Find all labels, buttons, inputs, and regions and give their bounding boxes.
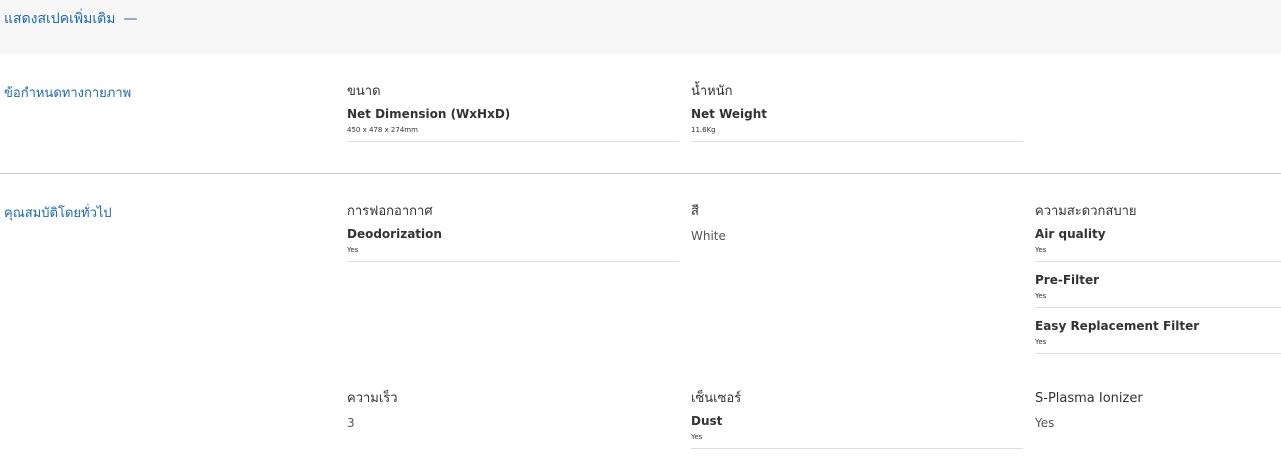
spec-item-value: 11.6Kg (691, 126, 716, 134)
spec-value: 3 (347, 416, 355, 430)
collapse-icon: — (123, 11, 138, 27)
spec-item-value: Yes (1035, 338, 1047, 346)
category-label: ความเร็ว (347, 391, 398, 406)
spec-item-value: 450 x 478 x 274mm (347, 126, 418, 134)
section-title-physical: ข้อกำหนดทางกายภาพ (4, 86, 132, 101)
category-label: ขนาด (347, 84, 381, 99)
spec-group-sensor: เซ็นเซอร์ Dust Yes (691, 389, 1023, 449)
spec-item-value: Yes (347, 246, 359, 254)
spec-group-size: ขนาด Net Dimension (WxHxD) 450 x 478 x 2… (347, 82, 679, 142)
spec-group-weight: น้ำหนัก Net Weight 11.6Kg (691, 82, 1023, 142)
spec-group-speed: ความเร็ว 3 (347, 389, 679, 431)
toggle-label: แสดงสเปคเพิ่มเติม (4, 11, 116, 27)
spec-toggle-bar: แสดงสเปคเพิ่มเติม — (0, 0, 1281, 54)
spec-item-label: Easy Replacement Filter (1035, 319, 1200, 333)
spec-item-label: Dust (691, 414, 723, 428)
spec-item-label: Air quality (1035, 227, 1106, 241)
show-more-specs-toggle[interactable]: แสดงสเปคเพิ่มเติม — (4, 8, 137, 30)
category-label: สี (691, 204, 699, 219)
spec-item-label: Deodorization (347, 227, 442, 241)
category-label: น้ำหนัก (691, 84, 733, 99)
section-divider (0, 173, 1281, 174)
spec-item: Easy Replacement Filter Yes (1035, 314, 1281, 354)
spec-item: Net Weight 11.6Kg (691, 102, 1023, 142)
spec-item: Net Dimension (WxHxD) 450 x 478 x 274mm (347, 102, 679, 142)
category-label: S-Plasma Ionizer (1035, 391, 1143, 406)
spec-item-label: Net Weight (691, 107, 768, 121)
category-label: ความสะดวกสบาย (1035, 204, 1137, 219)
spec-group-convenience: ความสะดวกสบาย Air quality Yes Pre-Filter… (1035, 202, 1281, 354)
spec-value: Yes (1035, 416, 1055, 430)
spec-item-value: Yes (1035, 292, 1047, 300)
spec-item-value: Yes (1035, 246, 1047, 254)
spec-value: White (691, 229, 726, 243)
spec-item-value: Yes (691, 433, 703, 441)
spec-item: Dust Yes (691, 409, 1023, 449)
spec-group-color: สี White (691, 202, 1023, 244)
spec-item-label: Net Dimension (WxHxD) (347, 107, 511, 121)
section-title-general: คุณสมบัติโดยทั่วไป (4, 206, 112, 221)
spec-group-ionizer: S-Plasma Ionizer Yes (1035, 389, 1281, 431)
spec-group-purification: การฟอกอากาศ Deodorization Yes (347, 202, 679, 262)
category-label: เซ็นเซอร์ (691, 391, 742, 406)
spec-item: Air quality Yes (1035, 222, 1281, 262)
spec-item: Deodorization Yes (347, 222, 679, 262)
spec-item: Pre-Filter Yes (1035, 268, 1281, 308)
category-label: การฟอกอากาศ (347, 204, 433, 219)
spec-item-label: Pre-Filter (1035, 273, 1100, 287)
